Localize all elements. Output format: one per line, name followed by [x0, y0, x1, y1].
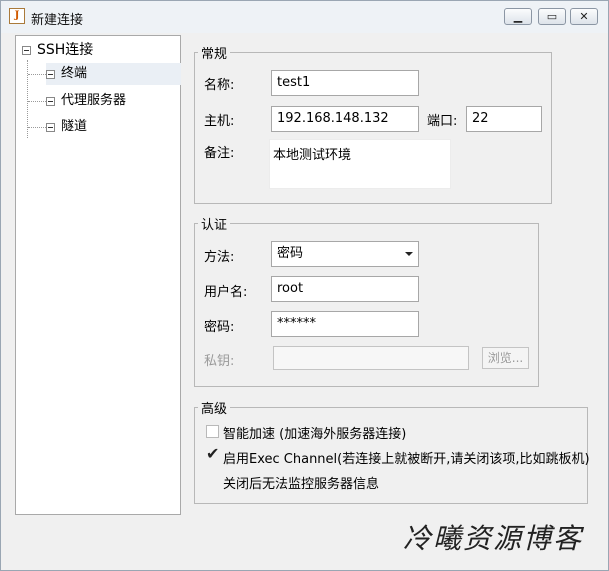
tree-item-label: 代理服务器 — [61, 93, 127, 108]
smart-accel-checkbox[interactable] — [206, 425, 219, 438]
java-icon: J — [9, 8, 25, 24]
title-bar: J 新建连接 ▁ ▭ ✕ — [1, 1, 608, 33]
tree-item-terminal[interactable]: 终端 — [46, 63, 181, 85]
tree-item-label: 隧道 — [61, 119, 88, 134]
tree-item-label: 终端 — [61, 66, 88, 81]
method-selected-value: 密码 — [277, 246, 304, 261]
minimize-button[interactable]: ▁ — [504, 8, 532, 25]
host-input[interactable]: 192.168.148.132 — [271, 106, 419, 132]
minimize-icon: ▁ — [513, 10, 523, 23]
watermark-text: 冷曦资源博客 — [403, 522, 584, 555]
username-input[interactable]: root — [271, 276, 419, 302]
window-title: 新建连接 — [31, 13, 84, 28]
username-label: 用户名: — [204, 285, 248, 300]
tree-line — [28, 101, 46, 102]
tree-item-label: SSH连接 — [37, 42, 94, 58]
close-icon: ✕ — [579, 10, 589, 23]
auth-legend: 认证 — [201, 218, 228, 233]
checkmark-icon: ✔ — [206, 444, 220, 463]
tree-line — [28, 127, 46, 128]
private-key-label: 私钥: — [204, 354, 235, 369]
method-select[interactable]: 密码 — [271, 241, 419, 267]
port-input[interactable]: 22 — [466, 106, 542, 132]
tree-item-proxy[interactable]: 代理服务器 — [46, 90, 126, 112]
close-button[interactable]: ✕ — [570, 8, 598, 25]
name-label: 名称: — [204, 78, 235, 93]
tree-item-tunnel[interactable]: 隧道 — [46, 116, 87, 138]
method-label: 方法: — [204, 250, 235, 265]
collapse-icon[interactable] — [46, 96, 55, 106]
port-label: 端口: — [427, 114, 458, 129]
collapse-icon[interactable] — [22, 45, 31, 55]
exec-channel-note: 关闭后无法监控服务器信息 — [223, 477, 380, 492]
maximize-icon: ▭ — [546, 10, 558, 23]
collapse-icon[interactable] — [46, 122, 55, 132]
exec-channel-checkbox[interactable]: ✔ — [206, 446, 219, 463]
general-legend: 常规 — [201, 47, 228, 62]
exec-channel-label[interactable]: 启用Exec Channel(若连接上就被断开,请关闭该项,比如跳板机) — [223, 448, 590, 467]
smart-accel-label[interactable]: 智能加速 (加速海外服务器连接) — [223, 423, 406, 442]
note-textarea[interactable]: 本地测试环境 — [269, 139, 451, 189]
dropdown-arrow-icon — [405, 252, 413, 256]
browse-button[interactable]: 浏览... — [482, 347, 529, 369]
host-label: 主机: — [204, 114, 235, 129]
note-label: 备注: — [204, 146, 235, 161]
private-key-input[interactable] — [273, 346, 469, 370]
maximize-button[interactable]: ▭ — [538, 8, 566, 25]
name-input[interactable]: test1 — [271, 70, 419, 96]
password-label: 密码: — [204, 320, 235, 335]
tree-line — [28, 74, 46, 75]
settings-tree: SSH连接 终端 代理服务器 隧道 — [15, 35, 181, 515]
advanced-legend: 高级 — [201, 402, 228, 417]
new-connection-window: J 新建连接 ▁ ▭ ✕ SSH连接 终端 代理服务器 隧道 常规 名称: te… — [0, 0, 609, 571]
password-input[interactable]: ****** — [271, 311, 419, 337]
collapse-icon[interactable] — [46, 69, 55, 79]
tree-item-ssh[interactable]: SSH连接 — [22, 39, 93, 61]
